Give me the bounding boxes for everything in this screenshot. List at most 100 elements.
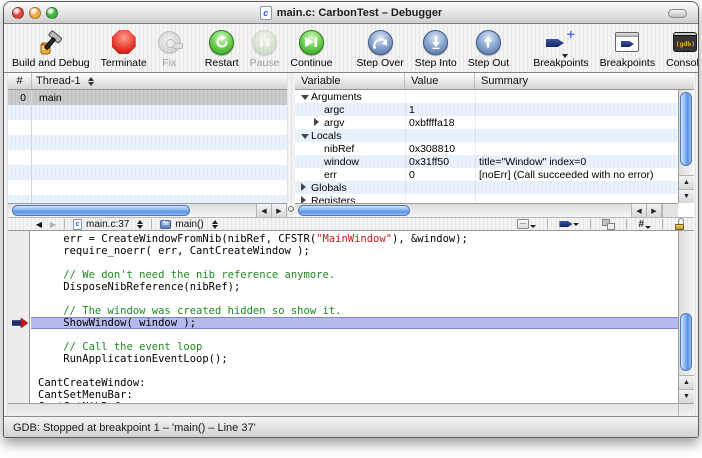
variable-row[interactable]: Registers [295, 194, 678, 203]
variable-row[interactable]: Locals [295, 129, 678, 142]
breakpoint-icon [559, 221, 572, 227]
lock-button[interactable] [674, 218, 686, 230]
scroll-right-arrow[interactable]: ▶ [272, 204, 287, 217]
variable-summary [475, 129, 678, 142]
variable-name: argc [324, 104, 344, 116]
counterpart-button[interactable] [602, 219, 615, 230]
toolbar-item-label: Restart [205, 57, 239, 69]
variable-value [405, 194, 475, 203]
variable-row[interactable]: argv0xbffffa18 [295, 116, 678, 129]
column-divider [475, 90, 476, 203]
value-column-header[interactable]: Value [405, 73, 475, 89]
bookmarks-menu-button[interactable] [517, 219, 536, 229]
pane-splitter[interactable] [287, 73, 295, 217]
toolbar-toggle-button[interactable] [668, 9, 687, 18]
breakpoints-window-button[interactable]: Breakpoints [600, 28, 655, 69]
variable-column-header[interactable]: Variable [295, 73, 405, 89]
code-line[interactable] [31, 329, 678, 341]
current-line[interactable]: ShowWindow( window ); [31, 317, 678, 329]
code-line[interactable]: RunApplicationEventLoop(); [31, 353, 678, 365]
toolbar-item-label: Continue [290, 57, 332, 69]
function-icon: fn [160, 220, 171, 229]
thread-frame-name: main [32, 92, 62, 104]
disclosure-open-icon[interactable] [301, 130, 311, 142]
code-line[interactable]: require_noerr( err, CantCreateWindow ); [31, 245, 678, 257]
variable-row[interactable]: err0[noErr] (Call succeeded with no erro… [295, 168, 678, 181]
scroll-down-arrow[interactable]: ▼ [679, 389, 694, 403]
variables-vscroll-thumb[interactable] [680, 92, 692, 166]
step-out-button[interactable]: Step Out [468, 28, 509, 69]
build-and-debug-button[interactable]: Build and Debug [12, 28, 90, 69]
scroll-left-arrow[interactable]: ◀ [257, 204, 272, 217]
variable-row[interactable]: argc1 [295, 103, 678, 116]
variable-name: argv [324, 117, 344, 129]
thread-number-column-header[interactable]: # [8, 73, 32, 89]
code-line[interactable] [31, 257, 678, 269]
step-over-button[interactable]: Step Over [356, 28, 403, 69]
scroll-right-arrow[interactable]: ▶ [647, 204, 662, 217]
code-line[interactable] [31, 293, 678, 305]
console-icon: (gdb) [673, 28, 697, 56]
code-line[interactable]: CantSetMenuBar: [31, 389, 678, 401]
console-button[interactable]: (gdb)Console [666, 28, 699, 69]
variable-row[interactable]: nibRef0x308810 [295, 142, 678, 155]
variables-hscroll-track[interactable] [295, 204, 632, 217]
hammer-icon [36, 28, 66, 56]
continue-button[interactable]: Continue [290, 28, 332, 69]
disclosure-closed-icon[interactable] [301, 182, 311, 194]
restart-button[interactable]: Restart [205, 28, 239, 69]
variable-row[interactable]: window0x31ff50title="Window" index=0 [295, 155, 678, 168]
code-line[interactable]: err = CreateWindowFromNib(nibRef, CFSTR(… [31, 233, 678, 245]
disclosure-closed-icon[interactable] [314, 117, 324, 129]
disclosure-closed-icon[interactable] [301, 195, 311, 204]
terminate-button[interactable]: Terminate [101, 28, 147, 69]
threads-hscroll-thumb[interactable] [12, 205, 190, 216]
scroll-up-arrow[interactable]: ▲ [679, 175, 694, 189]
scroll-left-arrow[interactable]: ◀ [632, 204, 647, 217]
title-bar[interactable]: c main.c: CarbonTest – Debugger [4, 2, 698, 24]
threads-hscrollbar[interactable]: ◀ ▶ [8, 203, 287, 217]
code-line[interactable]: // We don't need the nib reference anymo… [31, 269, 678, 281]
code-line[interactable]: DisposeNibReference(nibRef); [31, 281, 678, 293]
disclosure-open-icon[interactable] [301, 91, 311, 103]
code-line[interactable]: // The window was created hidden so show… [31, 305, 678, 317]
variables-hscroll-thumb[interactable] [298, 205, 410, 216]
function-popup[interactable]: fn main() [156, 219, 221, 230]
code-line[interactable]: CantCreateWindow: [31, 377, 678, 389]
threads-hscroll-track[interactable] [8, 204, 257, 217]
scroll-down-arrow[interactable]: ▼ [679, 189, 694, 203]
variable-row[interactable]: Arguments [295, 90, 678, 103]
toolbar-item-label: Fix [162, 57, 176, 69]
scroll-up-arrow[interactable]: ▲ [679, 375, 694, 389]
scrollbar-corner [662, 204, 678, 217]
editor-gutter[interactable] [8, 231, 30, 403]
file-popup[interactable]: c main.c:37 [69, 219, 147, 230]
breakpoints-menu-button[interactable] [559, 221, 579, 227]
step-into-button[interactable]: Step Into [415, 28, 457, 69]
variable-name: window [324, 156, 359, 168]
editor-vscrollbar[interactable]: ▲ ▼ [678, 231, 694, 403]
variable-summary [475, 90, 678, 103]
variable-name: Globals [311, 182, 347, 194]
source-editor[interactable]: err = CreateWindowFromNib(nibRef, CFSTR(… [8, 231, 694, 403]
code-line[interactable] [31, 365, 678, 377]
add-breakpoint-button[interactable]: +Breakpoints [533, 28, 588, 69]
editor-vscroll-track[interactable] [679, 231, 694, 375]
code-line[interactable]: // Call the event loop [31, 341, 678, 353]
editor-hscrollbar[interactable] [8, 403, 694, 416]
thread-column-header[interactable]: Thread-1 [32, 73, 287, 89]
editor-vscroll-thumb[interactable] [680, 313, 692, 371]
code-area[interactable]: err = CreateWindowFromNib(nibRef, CFSTR(… [31, 231, 678, 403]
thread-row[interactable]: 0 main [8, 90, 287, 105]
line-number-menu-button[interactable]: # [638, 219, 651, 230]
history-back-button[interactable]: ◀ [32, 220, 46, 229]
history-forward-button[interactable]: ▶ [46, 220, 60, 229]
splitter-dot[interactable] [288, 206, 294, 212]
variables-vscroll-track[interactable] [679, 90, 694, 175]
step-into-icon [423, 28, 448, 56]
variables-hscrollbar[interactable]: ◀ ▶ [295, 203, 678, 217]
variables-vscrollbar[interactable]: ▲ ▼ [678, 90, 694, 203]
summary-column-header[interactable]: Summary [475, 73, 694, 89]
variable-row[interactable]: Globals [295, 181, 678, 194]
program-counter-icon [12, 318, 28, 328]
